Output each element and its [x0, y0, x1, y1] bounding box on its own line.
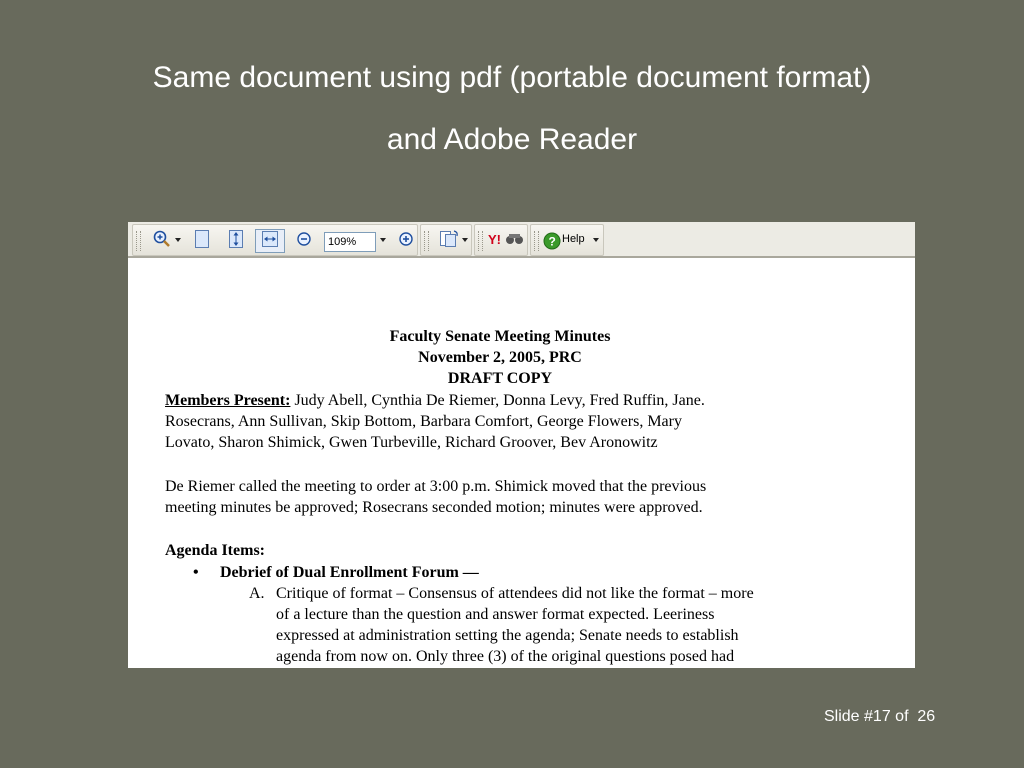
svg-text:?: ?: [549, 235, 556, 249]
help-question-icon: ?: [543, 232, 561, 255]
zoom-tool-button[interactable]: [145, 229, 181, 253]
fit-width-icon: [261, 230, 279, 253]
pages-icon: [439, 229, 461, 254]
toolbar-grip[interactable]: [136, 231, 141, 251]
toolbar-grip[interactable]: [478, 231, 483, 251]
slide-title-line-2: and Adobe Reader: [386, 123, 638, 156]
meeting-paragraph-line-2: meeting minutes be approved; Rosecrans s…: [165, 499, 703, 516]
members-present-label: Members Present:: [165, 392, 291, 409]
actual-size-button[interactable]: [189, 229, 215, 253]
svg-text:Y!: Y!: [488, 232, 501, 247]
reader-toolbar: Y! ? Help: [128, 222, 915, 258]
slide-number: Slide #17 of 26: [824, 708, 936, 725]
item-a-line-1: Critique of format – Consensus of attend…: [276, 585, 754, 602]
help-label: Help: [562, 233, 585, 245]
members-list-line-3: Lovato, Sharon Shimick, Gwen Turbeville,…: [165, 434, 658, 451]
chevron-down-icon: [175, 238, 181, 242]
chevron-down-icon: [462, 238, 468, 242]
magnifier-plus-icon: [152, 229, 174, 254]
members-list-line-1: Judy Abell, Cynthia De Riemer, Donna Lev…: [290, 392, 705, 409]
zoom-dropdown-button[interactable]: [376, 229, 390, 253]
adobe-reader-window: Y! ? Help: [128, 222, 915, 668]
doc-heading-title: Faculty Senate Meeting Minutes: [389, 328, 611, 345]
fit-page-icon: [228, 229, 244, 254]
yahoo-binoculars-icon: Y!: [488, 231, 524, 252]
item-a-line-2: of a lecture than the question and answe…: [276, 606, 715, 623]
plus-circle-icon: [398, 231, 414, 252]
agenda-bullet-1: Debrief of Dual Enrollment Forum —: [220, 564, 479, 581]
doc-heading-date: November 2, 2005, PRC: [418, 349, 582, 366]
page-display-button[interactable]: [431, 229, 469, 253]
single-page-icon: [194, 229, 210, 254]
yahoo-search-button[interactable]: Y!: [487, 229, 525, 253]
fit-page-button[interactable]: [223, 229, 249, 253]
minus-circle-icon: [296, 231, 312, 252]
item-a-marker: A.: [249, 585, 265, 602]
doc-heading-draft: DRAFT COPY: [447, 370, 553, 387]
search-toolbar-group: Y!: [474, 224, 528, 256]
members-list-line-2: Rosecrans, Ann Sullivan, Skip Bottom, Ba…: [165, 413, 682, 430]
zoom-out-button[interactable]: [293, 229, 315, 253]
zoom-level-input[interactable]: [324, 232, 376, 252]
page-display-toolbar-group: [420, 224, 472, 256]
view-toolbar-group: [132, 224, 418, 256]
item-a-line-3: expressed at administration setting the …: [276, 627, 739, 644]
toolbar-grip[interactable]: [534, 231, 539, 251]
chevron-down-icon: [380, 238, 386, 242]
members-present-line: Members Present: Judy Abell, Cynthia De …: [165, 391, 705, 411]
bullet-symbol: •: [193, 564, 199, 581]
item-a-line-4: agenda from now on. Only three (3) of th…: [276, 648, 735, 665]
zoom-in-button[interactable]: [395, 229, 417, 253]
toolbar-grip[interactable]: [424, 231, 429, 251]
agenda-items-heading: Agenda Items:: [165, 542, 265, 559]
pdf-document-page[interactable]: Faculty Senate Meeting Minutes November …: [128, 258, 915, 668]
meeting-paragraph-line-1: De Riemer called the meeting to order at…: [165, 478, 707, 495]
slide-title-line-1: Same document using pdf (portable docume…: [152, 61, 872, 94]
chevron-down-icon: [593, 238, 599, 242]
fit-width-button[interactable]: [255, 229, 285, 253]
